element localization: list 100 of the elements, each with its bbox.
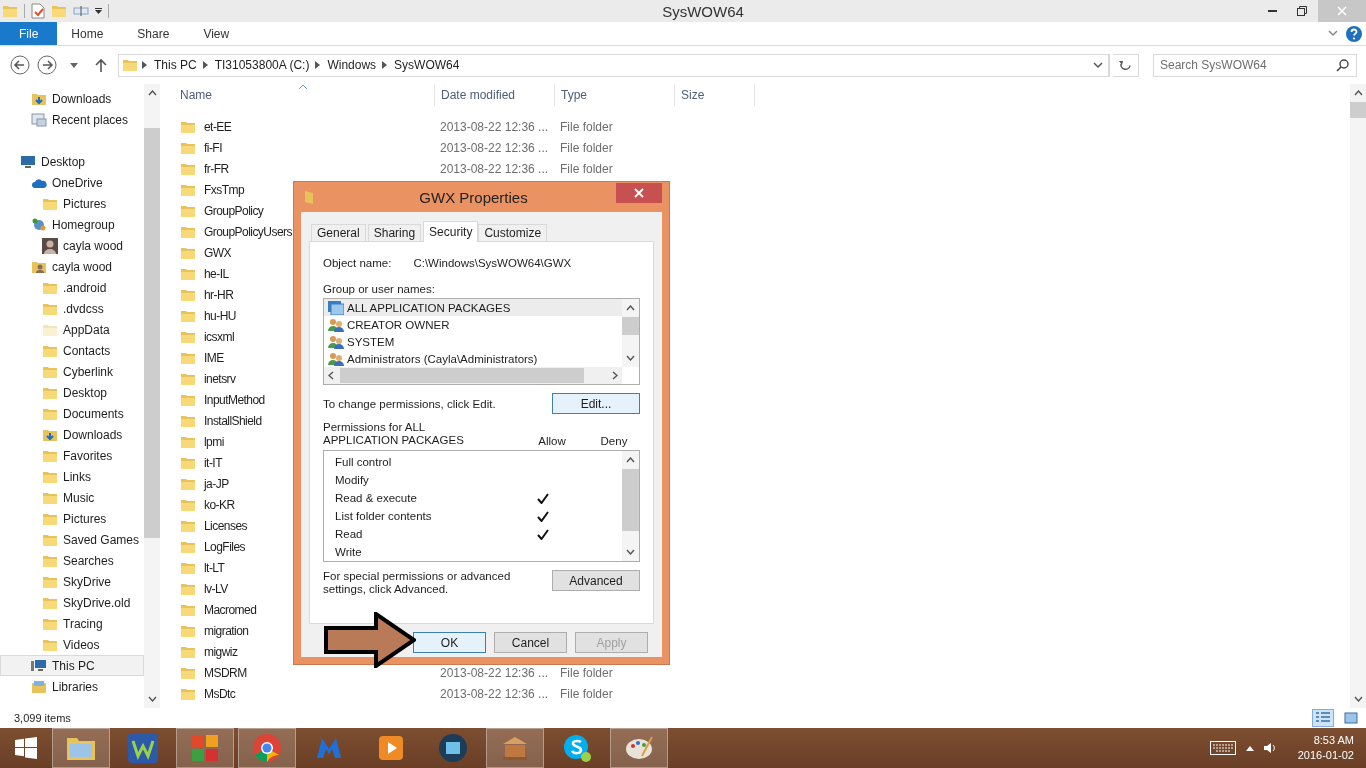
scrollbar[interactable] (622, 299, 639, 367)
sidebar-item[interactable]: SkyDrive.old (0, 592, 144, 613)
scroll-up-icon[interactable] (626, 457, 635, 463)
details-view-button[interactable] (1312, 709, 1334, 727)
file-name[interactable]: MSDRM (204, 665, 247, 680)
column-header[interactable]: Type (555, 88, 587, 102)
caret-up-icon[interactable] (1245, 745, 1254, 751)
file-name[interactable]: lpmi (204, 434, 224, 449)
search-field[interactable]: Search SysWOW64 (1153, 53, 1357, 77)
file-name[interactable]: InstallShield (204, 413, 262, 428)
sidebar-item[interactable]: Tracing (0, 613, 144, 634)
sidebar-item[interactable]: Pictures (0, 193, 144, 214)
file-name[interactable]: Macromed (204, 602, 257, 617)
advanced-button[interactable]: Advanced (552, 570, 640, 591)
file-menu-tab[interactable]: File (0, 22, 58, 45)
column-header[interactable]: Size (675, 88, 705, 102)
file-name[interactable]: ko-KR (204, 497, 235, 512)
dropdown-caret-icon[interactable] (70, 62, 78, 68)
file-name[interactable]: MsDtc (204, 686, 236, 701)
file-name[interactable]: FxsTmp (204, 182, 245, 197)
edit-button[interactable]: Edit... (552, 393, 640, 414)
restore-icon[interactable] (1297, 6, 1307, 16)
group-list-item[interactable]: SYSTEM (324, 333, 622, 350)
close-button[interactable] (616, 183, 662, 203)
dialog-tab[interactable]: General (311, 224, 366, 242)
file-name[interactable]: migwiz (204, 644, 238, 659)
scroll-up-icon[interactable] (626, 305, 635, 311)
expand-ribbon-icon[interactable] (1328, 30, 1338, 37)
group-list-item[interactable]: Administrators (Cayla\Administrators) (324, 350, 622, 367)
file-name[interactable]: InputMethod (204, 392, 265, 407)
sidebar-item[interactable]: Favorites (0, 445, 144, 466)
sidebar-item[interactable]: cayla wood (0, 256, 144, 277)
file-name[interactable]: hu-HU (204, 308, 236, 323)
sidebar-item[interactable]: OneDrive (0, 172, 144, 193)
file-name[interactable]: GroupPolicyUsers (204, 224, 292, 239)
sidebar-item[interactable]: Links (0, 466, 144, 487)
file-name[interactable]: icsxml (204, 329, 235, 344)
file-name[interactable]: lt-LT (204, 560, 225, 575)
breadcrumb-item[interactable]: Windows (325, 58, 379, 72)
scrollbar[interactable] (622, 451, 639, 561)
scrollbar-thumb[interactable] (622, 317, 639, 335)
sidebar-item[interactable]: Saved Games (0, 529, 144, 550)
sidebar-item[interactable]: Libraries (0, 676, 144, 697)
sidebar-item[interactable]: Searches (0, 550, 144, 571)
scroll-down-icon[interactable] (626, 549, 635, 555)
file-name[interactable]: migration (204, 623, 249, 638)
group-list-item[interactable]: CREATOR OWNER (324, 316, 622, 333)
dialog-tab[interactable]: Customize (478, 224, 548, 242)
address-bar[interactable]: This PC TI31053800A (C:) Windows SysWOW64 (118, 53, 1110, 77)
back-icon[interactable] (10, 55, 30, 75)
sidebar-item[interactable]: Pictures (0, 508, 144, 529)
column-header[interactable]: Date modified (435, 88, 516, 102)
file-name[interactable]: et-EE (204, 119, 232, 134)
search-icon[interactable] (1336, 58, 1349, 72)
sidebar-item[interactable]: Contacts (0, 340, 144, 361)
scrollbar[interactable] (144, 84, 160, 708)
ribbon-tab[interactable]: Share (123, 22, 184, 45)
windows-logo-icon[interactable] (15, 737, 37, 759)
scroll-up-icon[interactable] (147, 90, 157, 96)
sidebar-item[interactable]: cayla wood (0, 235, 144, 256)
ribbon-tab[interactable]: View (189, 22, 244, 45)
file-name[interactable]: inetsrv (204, 371, 236, 386)
scrollbar[interactable] (1350, 84, 1366, 708)
scrollbar-thumb[interactable] (144, 128, 160, 538)
dialog-tab[interactable]: Security (423, 221, 479, 242)
group-list-item[interactable]: ALL APPLICATION PACKAGES (324, 299, 622, 316)
clock[interactable]: 8:53 AM 2016-01-02 (1297, 733, 1354, 763)
speaker-icon[interactable] (1263, 742, 1276, 754)
scrollbar-thumb[interactable] (1350, 102, 1366, 118)
scroll-left-icon[interactable] (328, 371, 334, 380)
sidebar-item[interactable]: SkyDrive (0, 571, 144, 592)
file-name[interactable]: it-IT (204, 455, 222, 470)
scroll-right-icon[interactable] (612, 371, 618, 380)
file-name[interactable]: Licenses (204, 518, 247, 533)
rename-icon[interactable] (73, 5, 89, 17)
sidebar-item[interactable]: Videos (0, 634, 144, 655)
up-arrow-icon[interactable] (95, 58, 107, 72)
keyboard-icon[interactable] (1209, 741, 1236, 755)
sidebar-item[interactable]: Desktop (0, 151, 144, 172)
sidebar-item[interactable]: Documents (0, 403, 144, 424)
scroll-up-icon[interactable] (1353, 90, 1363, 96)
file-name[interactable]: GWX (204, 245, 231, 260)
sidebar-item[interactable]: Cyberlink (0, 361, 144, 382)
sidebar-item[interactable]: Homegroup (0, 214, 144, 235)
dialog-button[interactable]: Cancel (494, 632, 567, 653)
file-name[interactable]: fr-FR (204, 161, 229, 176)
properties-icon[interactable] (31, 3, 45, 19)
file-name[interactable]: IME (204, 350, 224, 365)
sidebar-item[interactable]: Music (0, 487, 144, 508)
chevron-down-icon[interactable] (1092, 61, 1103, 69)
breadcrumb-item[interactable]: This PC (152, 58, 199, 72)
dropdown-caret-icon[interactable] (95, 8, 102, 14)
sidebar-item[interactable]: Downloads (0, 88, 144, 109)
file-name[interactable]: fi-FI (204, 140, 222, 155)
file-name[interactable]: he-IL (204, 266, 229, 281)
taskbar-button[interactable] (610, 728, 668, 768)
scrollbar[interactable] (324, 367, 622, 384)
sidebar-item[interactable]: AppData (0, 319, 144, 340)
help-icon[interactable] (1346, 25, 1362, 42)
sidebar-item[interactable]: Recent places (0, 109, 144, 130)
